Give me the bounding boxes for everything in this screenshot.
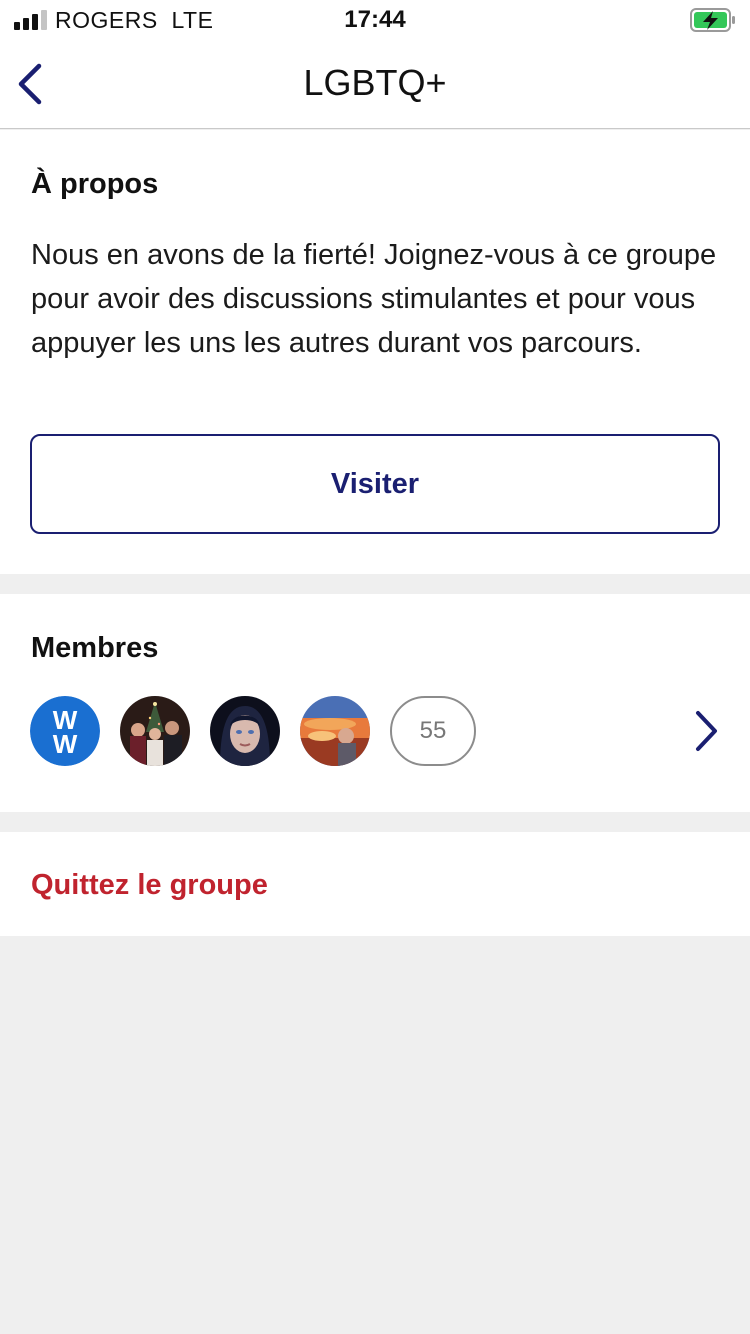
member-count-badge[interactable]: 55 <box>390 696 476 766</box>
chevron-right-icon[interactable] <box>688 709 724 753</box>
status-bar: ROGERS LTE 17:44 <box>0 0 750 40</box>
members-heading: Membres <box>31 632 159 664</box>
members-section: Membres W W 55 <box>0 594 750 812</box>
member-avatar-sunset[interactable] <box>300 696 370 766</box>
status-time: 17:44 <box>344 6 406 33</box>
member-avatar-group-photo[interactable] <box>120 696 190 766</box>
about-heading: À propos <box>31 168 159 200</box>
about-section: À propos Nous en avons de la fierté! Joi… <box>0 130 750 574</box>
nav-bar: LGBTQ+ <box>0 40 750 129</box>
battery-charging-icon <box>690 8 735 32</box>
about-description: Nous en avons de la fierté! Joignez-vous… <box>31 239 717 359</box>
ww-logo-avatar[interactable]: W W <box>30 696 100 766</box>
visit-button[interactable]: Visiter <box>30 434 720 534</box>
page-title: LGBTQ+ <box>303 62 447 103</box>
leave-group-button[interactable]: Quittez le groupe <box>31 869 268 902</box>
leave-section: Quittez le groupe <box>0 832 750 936</box>
svg-text:W: W <box>53 729 78 759</box>
member-avatar-portrait[interactable] <box>210 696 280 766</box>
